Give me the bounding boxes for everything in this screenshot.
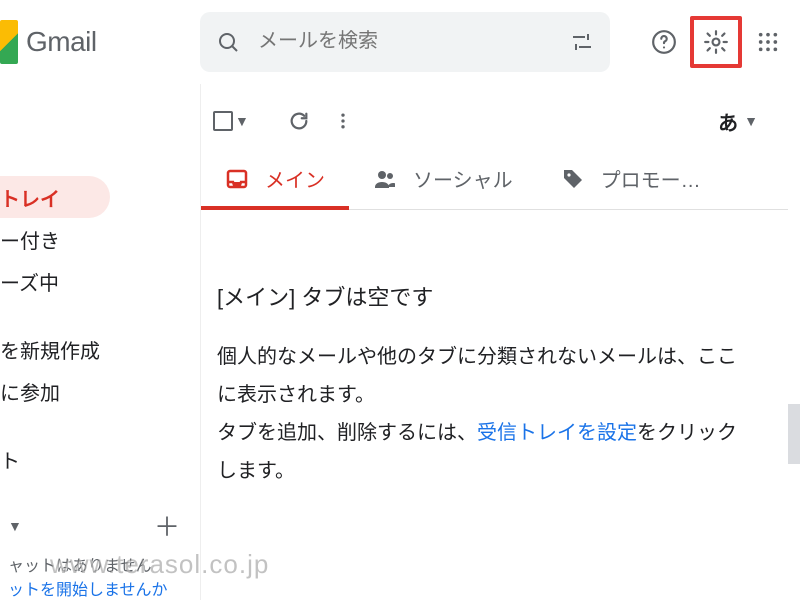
sidebar-item-label: ト bbox=[0, 445, 20, 474]
search-input[interactable] bbox=[256, 29, 554, 54]
chevron-down-icon[interactable]: ▼ bbox=[8, 518, 22, 534]
empty-paragraph-1: 個人的なメールや他のタブに分類されないメールは、ここに表示されます。 bbox=[217, 338, 756, 414]
scrollbar[interactable] bbox=[788, 84, 800, 600]
new-chat-plus-icon[interactable]: ＋ bbox=[154, 507, 180, 544]
empty-p2-a: タブを追加、削除するには、 bbox=[217, 422, 477, 444]
header-actions bbox=[644, 16, 788, 68]
chat-start-link[interactable]: ットを開始しませんか bbox=[8, 582, 168, 599]
sidebar-section-meet: を新規作成 に参加 bbox=[0, 328, 200, 412]
input-tools-button[interactable]: あ ▼ bbox=[708, 101, 768, 142]
apps-grid-icon[interactable] bbox=[748, 22, 788, 62]
scrollbar-thumb[interactable] bbox=[788, 404, 800, 464]
empty-title: [メイン] タブは空です bbox=[217, 280, 756, 312]
select-all[interactable]: ▼ bbox=[209, 107, 253, 135]
search-icon[interactable] bbox=[208, 22, 248, 62]
gmail-logo-icon bbox=[0, 20, 18, 64]
app-header: Gmail bbox=[0, 0, 800, 84]
search-bar[interactable] bbox=[200, 12, 610, 72]
chat-empty-text: ャットはありません bbox=[8, 552, 196, 576]
search-options-icon[interactable] bbox=[562, 22, 602, 62]
sidebar-item-join-meeting[interactable]: に参加 bbox=[0, 370, 200, 412]
chevron-down-icon: ▼ bbox=[744, 113, 758, 129]
empty-paragraph-2: タブを追加、削除するには、受信トレイを設定をクリックします。 bbox=[217, 414, 756, 490]
sidebar-item-snoozed[interactable]: ーズ中 bbox=[0, 260, 200, 302]
tab-label: メイン bbox=[265, 164, 325, 193]
configure-inbox-link[interactable]: 受信トレイを設定 bbox=[477, 422, 637, 444]
app-body: トレイ ー付き ーズ中 を新規作成 に参加 ト ▼ ＋ ャットはありません bbox=[0, 84, 800, 600]
settings-highlight bbox=[690, 16, 742, 68]
category-tabs: メイン ソーシャル bbox=[201, 148, 788, 210]
sidebar-item-label: ーズ中 bbox=[0, 267, 59, 296]
sidebar-section-chat-heading: ト bbox=[0, 438, 200, 480]
tab-promotions[interactable]: プロモー… bbox=[537, 148, 725, 209]
tab-label: ソーシャル bbox=[413, 164, 513, 193]
settings-gear-icon[interactable] bbox=[696, 22, 736, 62]
tag-icon bbox=[561, 167, 585, 191]
input-tools-label: あ bbox=[718, 107, 738, 136]
tab-label: プロモー… bbox=[601, 164, 701, 193]
search-wrap bbox=[200, 12, 638, 72]
sidebar-item-label: ー付き bbox=[0, 225, 60, 254]
chat-row: ▼ ＋ bbox=[0, 501, 180, 544]
sidebar-item-starred[interactable]: ー付き bbox=[0, 218, 200, 260]
more-icon[interactable] bbox=[321, 99, 365, 143]
select-all-checkbox[interactable] bbox=[213, 111, 233, 131]
help-icon[interactable] bbox=[644, 22, 684, 62]
mail-toolbar: ▼ あ ▼ bbox=[201, 94, 788, 148]
main-panel: ▼ あ ▼ bbox=[200, 84, 800, 600]
sidebar-item-label: トレイ bbox=[0, 183, 60, 212]
tab-primary[interactable]: メイン bbox=[201, 148, 349, 209]
tab-social[interactable]: ソーシャル bbox=[349, 148, 537, 209]
main-inner: ▼ あ ▼ bbox=[201, 84, 788, 600]
sidebar: トレイ ー付き ーズ中 を新規作成 に参加 ト ▼ ＋ ャットはありません bbox=[0, 84, 200, 600]
chat-empty-block: ャットはありません ットを開始しませんか bbox=[0, 544, 200, 600]
sidebar-item-label: に参加 bbox=[0, 377, 60, 406]
refresh-icon[interactable] bbox=[277, 99, 321, 143]
avatar-placeholder bbox=[0, 98, 60, 158]
inbox-icon bbox=[225, 167, 249, 191]
product-name: Gmail bbox=[26, 26, 97, 58]
sidebar-item-new-meeting[interactable]: を新規作成 bbox=[0, 328, 200, 370]
empty-state: [メイン] タブは空です 個人的なメールや他のタブに分類されないメールは、ここに… bbox=[201, 210, 788, 490]
sidebar-item-label: を新規作成 bbox=[0, 335, 100, 364]
people-icon bbox=[373, 167, 397, 191]
chevron-down-icon[interactable]: ▼ bbox=[235, 113, 249, 129]
sidebar-item-inbox[interactable]: トレイ bbox=[0, 176, 110, 218]
logo-block: Gmail bbox=[0, 20, 200, 64]
